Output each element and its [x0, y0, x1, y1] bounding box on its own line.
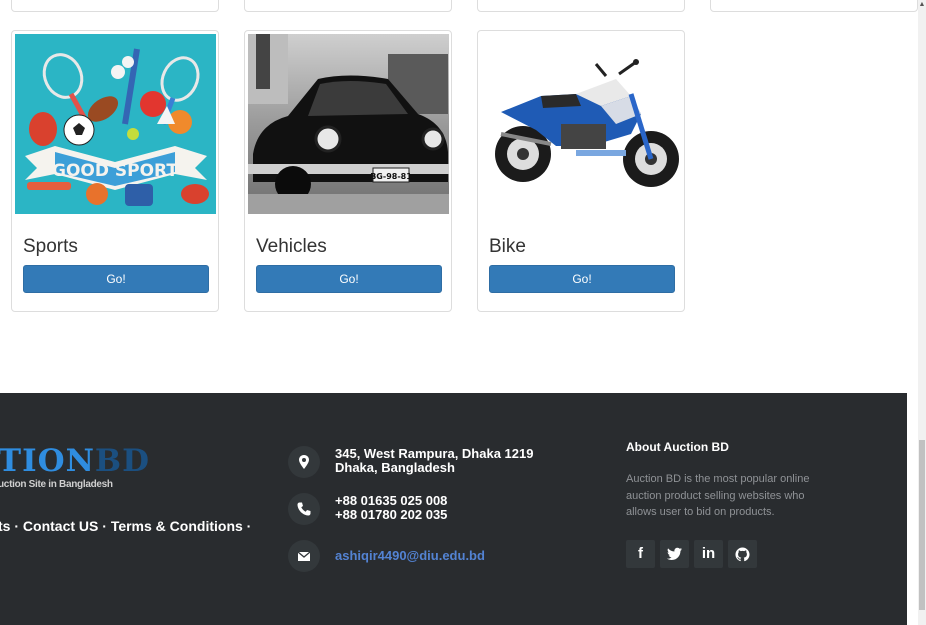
- logo-tagline: uction Site in Bangladesh: [0, 479, 113, 490]
- footer-links: ts · Contact US · Terms & Conditions ·: [0, 518, 251, 534]
- page-scrollbar[interactable]: ▲: [918, 0, 926, 625]
- footer-link-contact-us[interactable]: Contact US: [23, 518, 98, 534]
- address-line-2: Dhaka, Bangladesh: [335, 460, 455, 475]
- category-title-sports: Sports: [23, 236, 78, 257]
- card-prev-row-4: [710, 0, 918, 12]
- address-line-1: 345, West Rampura, Dhaka 1219: [335, 446, 534, 461]
- about-text: Auction BD is the most popular online au…: [626, 473, 810, 518]
- sports-image: GOOD SPORT: [15, 34, 216, 214]
- about-heading: About Auction BD: [626, 440, 729, 454]
- site-footer: TIONBD uction Site in Bangladesh ts · Co…: [0, 393, 907, 625]
- card-prev-row-3: [477, 0, 685, 12]
- facebook-icon[interactable]: f: [626, 540, 655, 568]
- facebook-glyph: f: [638, 545, 643, 562]
- card-prev-row-1: [11, 0, 219, 12]
- footer-link-terms[interactable]: Terms & Conditions: [111, 518, 243, 534]
- footer-link-partial[interactable]: ts: [0, 518, 10, 534]
- go-button-sports[interactable]: Go!: [23, 265, 209, 293]
- logo-text-part1: TION: [0, 443, 95, 479]
- go-button-bike[interactable]: Go!: [489, 265, 675, 293]
- footer-link-separator: ·: [98, 518, 111, 534]
- site-logo[interactable]: TIONBD uction Site in Bangladesh: [0, 445, 150, 490]
- footer-link-separator: ·: [10, 518, 23, 534]
- github-icon[interactable]: [728, 540, 757, 568]
- category-card-sports: GOOD SPORT Sports Go!: [11, 30, 219, 312]
- logo-text-part2: BD: [94, 443, 151, 479]
- linkedin-icon[interactable]: in: [694, 540, 723, 568]
- card-prev-row-2: [244, 0, 452, 12]
- contact-address: 345, West Rampura, Dhaka 1219 Dhaka, Ban…: [335, 447, 533, 475]
- scrollbar-thumb[interactable]: [919, 440, 925, 610]
- sports-banner-text: GOOD SPORT: [52, 161, 178, 181]
- footer-link-separator: ·: [242, 518, 252, 534]
- scroll-up-arrow-icon[interactable]: ▲: [918, 0, 926, 10]
- category-title-vehicles: Vehicles: [256, 236, 327, 257]
- vehicles-image: BG-98-81: [248, 34, 449, 214]
- phone-number-1: +88 01635 025 008: [335, 493, 448, 508]
- category-card-bike: Bike Go!: [477, 30, 685, 312]
- envelope-icon: [288, 540, 320, 572]
- phone-icon: [288, 493, 320, 525]
- twitter-icon[interactable]: [660, 540, 689, 568]
- phone-number-2: +88 01780 202 035: [335, 507, 448, 522]
- contact-phones: +88 01635 025 008 +88 01780 202 035: [335, 494, 447, 522]
- go-button-vehicles[interactable]: Go!: [256, 265, 442, 293]
- bike-image: [481, 34, 682, 214]
- map-marker-icon: [288, 446, 320, 478]
- category-card-vehicles: BG-98-81 Vehicles Go!: [244, 30, 452, 312]
- linkedin-glyph: in: [701, 545, 716, 562]
- category-title-bike: Bike: [489, 236, 526, 257]
- contact-email-link[interactable]: ashiqir4490@diu.edu.bd: [335, 548, 485, 563]
- license-plate-text: BG-98-81: [370, 172, 412, 181]
